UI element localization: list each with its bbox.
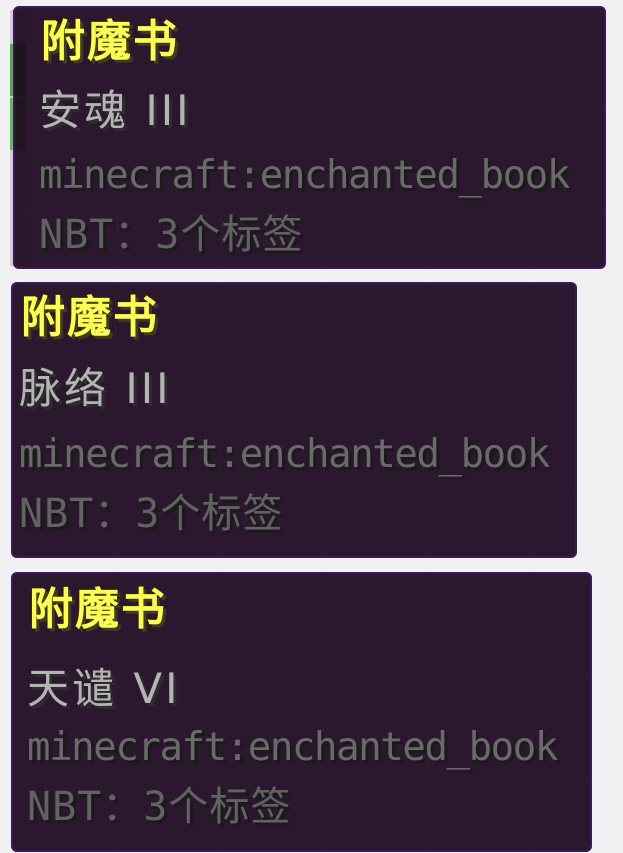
enchantment-line: 脉络 III — [19, 364, 172, 413]
item-tooltip: 附魔书 天谴 VI minecraft:enchanted_book NBT：3… — [11, 572, 592, 852]
item-id: minecraft:enchanted_book — [39, 153, 570, 198]
item-id: minecraft:enchanted_book — [19, 432, 550, 477]
enchantment-line: 安魂 III — [39, 86, 192, 135]
item-tooltip: 附魔书 脉络 III minecraft:enchanted_book NBT：… — [11, 282, 577, 558]
item-id: minecraft:enchanted_book — [27, 725, 558, 770]
nbt-tag-count: NBT：3个标签 — [27, 784, 292, 830]
nbt-tag-count: NBT：3个标签 — [19, 491, 284, 537]
item-tooltip: 附魔书 安魂 III minecraft:enchanted_book NBT：… — [13, 6, 606, 269]
item-name: 附魔书 — [21, 292, 159, 343]
item-name: 附魔书 — [29, 584, 167, 635]
item-name: 附魔书 — [41, 16, 179, 67]
enchantment-line: 天谴 VI — [27, 664, 181, 713]
nbt-tag-count: NBT：3个标签 — [39, 212, 304, 258]
